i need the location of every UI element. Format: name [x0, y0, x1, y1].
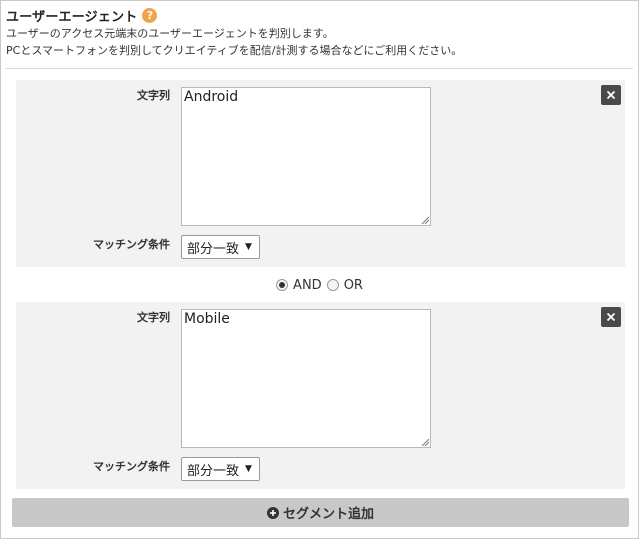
matching-condition-label: マッチング条件: [93, 238, 170, 251]
string-label: 文字列: [137, 311, 170, 324]
caret-down-icon: ▼: [245, 464, 252, 474]
radio-and-indicator[interactable]: [276, 279, 289, 291]
string-label: 文字列: [137, 89, 170, 102]
string-input[interactable]: Android: [181, 87, 431, 226]
string-input[interactable]: Mobile: [181, 309, 431, 448]
matching-condition-select[interactable]: 部分一致 ▼: [181, 235, 260, 259]
add-segment-button[interactable]: セグメント追加: [12, 498, 629, 527]
header-divider: [6, 68, 633, 69]
description-line-2: PCとスマートフォンを判別してクリエイティブを配信/計測する場合などにご利用くだ…: [6, 44, 463, 57]
matching-condition-label: マッチング条件: [93, 460, 170, 473]
remove-segment-button[interactable]: [601, 85, 621, 105]
matching-condition-value: 部分一致: [187, 463, 240, 479]
add-segment-label: セグメント追加: [282, 507, 374, 522]
logic-operator-group: AND OR: [1, 276, 638, 294]
title-row: ユーザーエージェント ?: [6, 5, 633, 25]
radio-or-indicator[interactable]: [326, 279, 339, 291]
panel-header: ユーザーエージェント ? ユーザーのアクセス元端末のユーザーエージェントを判別し…: [6, 5, 633, 59]
caret-down-icon: ▼: [245, 242, 252, 252]
radio-and[interactable]: AND: [276, 278, 322, 293]
radio-or[interactable]: OR: [326, 277, 363, 293]
plus-circle-icon: [266, 506, 279, 519]
radio-and-label: AND: [293, 277, 322, 293]
matching-condition-value: 部分一致: [187, 241, 240, 257]
radio-or-label: OR: [343, 277, 363, 293]
description-line-1: ユーザーのアクセス元端末のユーザーエージェントを判別します。: [6, 27, 334, 40]
panel-title: ユーザーエージェント: [6, 9, 138, 25]
close-icon: [606, 312, 616, 322]
remove-segment-button[interactable]: [601, 307, 621, 327]
question-circle-icon[interactable]: ?: [142, 7, 158, 23]
user-agent-panel: ユーザーエージェント ? ユーザーのアクセス元端末のユーザーエージェントを判別し…: [0, 0, 639, 539]
segment-2: 文字列 Mobile マッチング条件 部分一致 ▼: [16, 302, 625, 489]
segment-1: 文字列 Android マッチング条件 部分一致 ▼: [16, 80, 625, 267]
matching-condition-select[interactable]: 部分一致 ▼: [181, 457, 260, 481]
close-icon: [606, 90, 616, 100]
